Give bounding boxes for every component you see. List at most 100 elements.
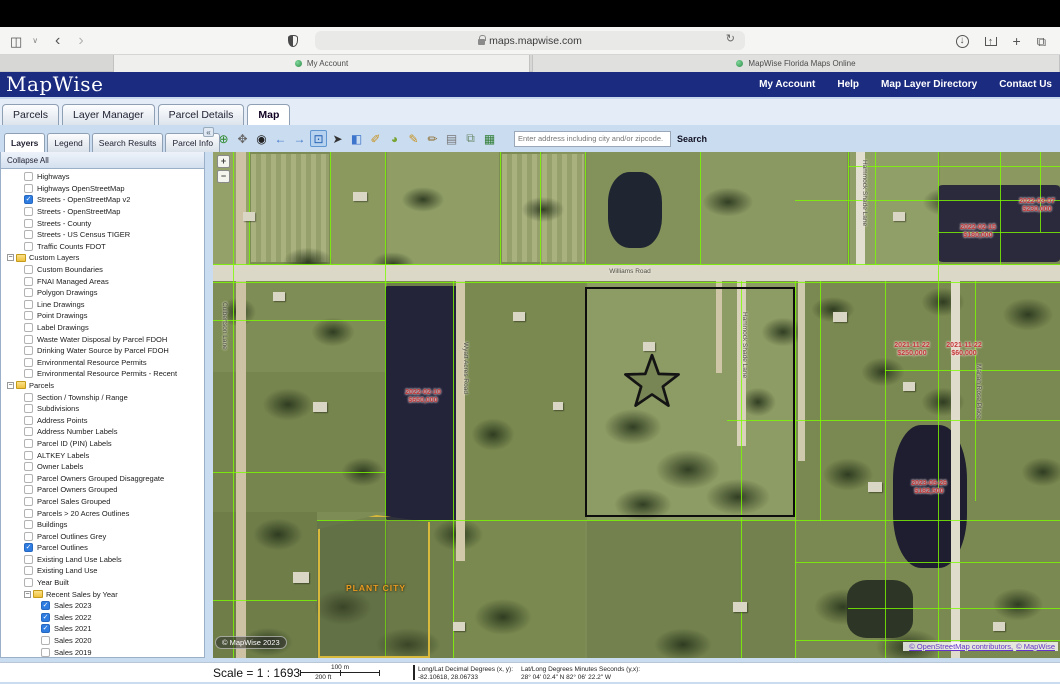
layer-row[interactable]: Streets - OpenStreetMap — [1, 206, 204, 218]
layer-checkbox[interactable]: ✓ — [24, 195, 33, 204]
layer-label[interactable]: Point Drawings — [37, 311, 87, 320]
layer-row[interactable]: Parcels > 20 Acres Outlines — [1, 507, 204, 519]
layer-label[interactable]: Parcels > 20 Acres Outlines — [37, 509, 129, 518]
layer-row[interactable]: Sales 2020 — [1, 635, 204, 647]
layer-label[interactable]: Label Drawings — [37, 323, 89, 332]
layer-label[interactable]: Parcels — [29, 381, 54, 390]
layer-label[interactable]: Sales 2023 — [54, 601, 92, 610]
layer-checkbox[interactable] — [24, 335, 33, 344]
layer-row[interactable]: ✓Parcel Outlines — [1, 542, 204, 554]
layer-checkbox[interactable]: ✓ — [41, 624, 50, 633]
layer-label[interactable]: Sales 2021 — [54, 624, 92, 633]
previous-extent-icon[interactable]: ← — [272, 130, 289, 147]
layer-checkbox[interactable] — [24, 311, 33, 320]
chevron-down-icon[interactable]: ∨ — [32, 37, 38, 45]
mapwise-logo[interactable]: MapWise — [6, 72, 103, 96]
measure-distance-icon[interactable]: ✐ — [367, 130, 384, 147]
layer-checkbox[interactable] — [24, 462, 33, 471]
back-icon[interactable]: ‹ — [55, 33, 60, 49]
layer-row[interactable]: Waste Water Disposal by Parcel FDOH — [1, 333, 204, 345]
new-tab-icon[interactable]: + — [1013, 34, 1021, 48]
layer-label[interactable]: Custom Layers — [29, 253, 79, 262]
layer-checkbox[interactable]: ✓ — [41, 613, 50, 622]
layer-row[interactable]: ✓ Sales 2021 — [1, 623, 204, 635]
sidebar-toggle-icon[interactable]: ◫ — [10, 35, 22, 48]
layer-checkbox[interactable] — [24, 184, 33, 193]
layer-checkbox[interactable] — [24, 242, 33, 251]
layer-label[interactable]: Streets - US Census TIGER — [37, 230, 130, 239]
tab-map[interactable]: Map — [247, 104, 290, 125]
layer-label[interactable]: Year Built — [37, 578, 69, 587]
layer-row[interactable]: FNAI Managed Areas — [1, 275, 204, 287]
layer-folder[interactable]: −Custom Layers — [1, 252, 204, 264]
layer-label[interactable]: Sales 2019 — [54, 648, 92, 657]
layer-checkbox[interactable] — [24, 416, 33, 425]
layer-row[interactable]: Section / Township / Range — [1, 391, 204, 403]
map-canvas[interactable]: PLANT CITY + − © MapWise 2023 © OpenStre… — [213, 152, 1060, 658]
layer-row[interactable]: Highways OpenStreetMap — [1, 183, 204, 195]
downloads-icon[interactable]: ↓ — [956, 35, 969, 48]
layer-label[interactable]: Environmental Resource Permits — [37, 358, 147, 367]
tab-layer-manager[interactable]: Layer Manager — [62, 104, 155, 125]
zoom-window-icon[interactable]: ⊡ — [310, 130, 327, 147]
layer-checkbox[interactable]: ✓ — [24, 543, 33, 552]
next-extent-icon[interactable]: → — [291, 130, 308, 147]
layer-row[interactable]: Point Drawings — [1, 310, 204, 322]
layer-checkbox[interactable] — [24, 230, 33, 239]
layer-label[interactable]: Recent Sales by Year — [46, 590, 118, 599]
measure-area-icon[interactable]: ◕ — [386, 130, 403, 147]
browser-tab-mapwise[interactable]: MapWise Florida Maps Online — [532, 55, 1060, 72]
layer-row[interactable]: Sales 2019 — [1, 646, 204, 657]
collapse-all-link[interactable]: Collapse All — [1, 152, 204, 169]
layer-row[interactable]: Owner Labels — [1, 461, 204, 473]
layer-row[interactable]: Address Points — [1, 414, 204, 426]
zoom-out-button[interactable]: − — [217, 170, 230, 183]
address-search-input[interactable] — [514, 131, 671, 147]
layer-label[interactable]: Streets - OpenStreetMap v2 — [37, 195, 130, 204]
layer-row[interactable]: Parcel ID (PIN) Labels — [1, 438, 204, 450]
layer-label[interactable]: Section / Township / Range — [37, 393, 128, 402]
layer-row[interactable]: Custom Boundaries — [1, 264, 204, 276]
layer-checkbox[interactable]: ✓ — [41, 601, 50, 610]
layer-label[interactable]: Streets - County — [37, 219, 91, 228]
layer-label[interactable]: FNAI Managed Areas — [37, 277, 109, 286]
layer-checkbox[interactable] — [24, 427, 33, 436]
layer-row[interactable]: Buildings — [1, 519, 204, 531]
osm-attribution-link[interactable]: © OpenStreetMap contributors, — [909, 642, 1013, 651]
layer-folder[interactable]: − Recent Sales by Year — [1, 588, 204, 600]
layer-label[interactable]: Sales 2020 — [54, 636, 92, 645]
layer-checkbox[interactable] — [24, 497, 33, 506]
layer-checkbox[interactable] — [24, 566, 33, 575]
identify-icon[interactable]: ✎ — [405, 130, 422, 147]
layer-label[interactable]: Traffic Counts FDOT — [37, 242, 106, 251]
draw-icon[interactable]: ✏ — [424, 130, 441, 147]
layer-label[interactable]: Address Points — [37, 416, 87, 425]
layer-checkbox[interactable] — [24, 474, 33, 483]
search-button[interactable]: Search — [677, 134, 707, 144]
layer-label[interactable]: Parcel Owners Grouped Disaggregate — [37, 474, 164, 483]
tab-overview-icon[interactable]: ⧉ — [1037, 35, 1046, 48]
share-icon[interactable]: ↑ — [985, 37, 997, 46]
layer-row[interactable]: Year Built — [1, 577, 204, 589]
layer-row[interactable]: Parcel Outlines Grey — [1, 530, 204, 542]
layer-row[interactable]: Address Number Labels — [1, 426, 204, 438]
layer-checkbox[interactable] — [24, 485, 33, 494]
expander-icon[interactable]: − — [24, 591, 31, 598]
export-image-icon[interactable]: ▦ — [481, 130, 498, 147]
layer-row[interactable]: ✓Sales 2022 — [1, 612, 204, 624]
layer-label[interactable]: Subdivisions — [37, 404, 79, 413]
header-nav-help[interactable]: Help — [837, 79, 859, 90]
layer-checkbox[interactable] — [24, 520, 33, 529]
tab-parcels[interactable]: Parcels — [2, 104, 59, 125]
privacy-shield-icon[interactable] — [288, 35, 298, 47]
layer-row[interactable]: Polygon Drawings — [1, 287, 204, 299]
layer-checkbox[interactable] — [41, 636, 50, 645]
layer-label[interactable]: Streets - OpenStreetMap — [37, 207, 120, 216]
layer-label[interactable]: Highways OpenStreetMap — [37, 184, 125, 193]
select-window-icon[interactable]: ◧ — [348, 130, 365, 147]
layer-checkbox[interactable] — [24, 172, 33, 181]
tab-parcel-details[interactable]: Parcel Details — [158, 104, 245, 125]
forward-icon[interactable]: › — [78, 33, 83, 49]
layer-label[interactable]: Owner Labels — [37, 462, 83, 471]
sidebar-tab-search-results[interactable]: Search Results — [92, 133, 164, 152]
